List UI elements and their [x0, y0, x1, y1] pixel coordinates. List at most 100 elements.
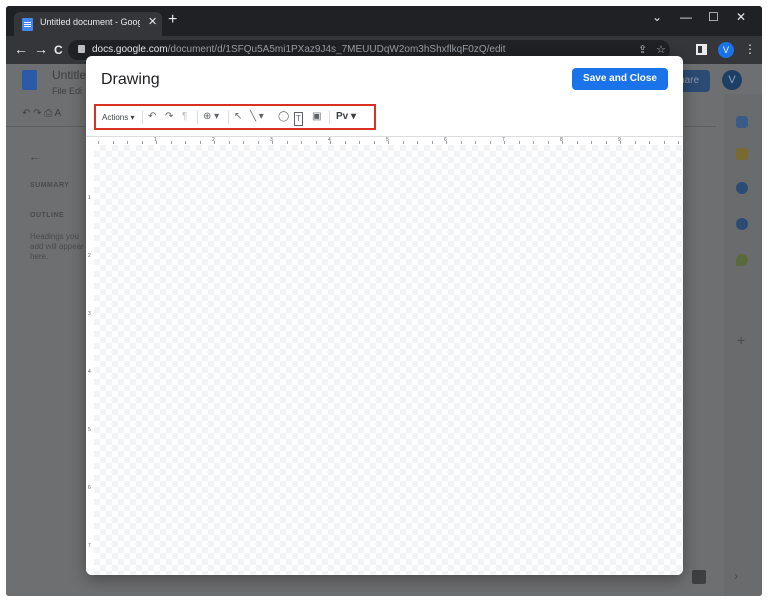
- toolbar-separator: [142, 111, 143, 124]
- ruler-tick: [272, 141, 273, 144]
- ruler-tick: [649, 141, 650, 144]
- docs-toolbar-icons: ↶ ↷ ⎙ A: [22, 108, 62, 119]
- drawing-canvas[interactable]: [94, 145, 683, 575]
- browser-menu-icon[interactable]: ⋮: [744, 42, 756, 56]
- ruler-tick: [156, 141, 157, 144]
- toolbar-separator: [228, 111, 229, 124]
- ruler-tick: [591, 141, 592, 144]
- ruler-tick: [431, 141, 433, 144]
- ruler-tick: [112, 141, 114, 144]
- tab-close-icon[interactable]: ✕: [148, 15, 157, 28]
- ruler-tick: [576, 141, 578, 144]
- side-panel: +: [724, 94, 762, 596]
- ruler-tick: [373, 141, 375, 144]
- ruler-tick: [504, 141, 505, 144]
- ruler-tick: [286, 141, 288, 144]
- summary-heading: SUMMARY: [30, 182, 70, 189]
- ruler-label: 6: [88, 485, 91, 491]
- line-tool-icon[interactable]: ╲ ▾: [250, 111, 264, 123]
- chevron-right-icon: ›: [734, 569, 738, 583]
- tab-title: Untitled document - Google Doc: [40, 17, 140, 27]
- toolbar-separator: [329, 111, 330, 124]
- share-page-icon[interactable]: ⇪: [638, 43, 647, 56]
- close-window-button[interactable]: ✕: [736, 10, 746, 24]
- word-art-icon[interactable]: Pv ▾: [336, 111, 356, 123]
- ruler-tick: [185, 141, 186, 144]
- add-addon-icon: +: [737, 332, 746, 348]
- ruler-tick: [475, 141, 476, 144]
- ruler-tick: [257, 141, 259, 144]
- ruler-label: 7: [88, 543, 91, 549]
- ruler-tick: [170, 141, 172, 144]
- save-and-close-button[interactable]: Save and Close: [572, 68, 668, 90]
- contacts-icon: [736, 218, 748, 230]
- profile-avatar[interactable]: V: [718, 42, 734, 58]
- shape-tool-icon[interactable]: ◯: [278, 111, 289, 123]
- docs-favicon-icon: [22, 18, 33, 31]
- tasks-icon: [736, 182, 748, 194]
- outline-heading: OUTLINE: [30, 212, 65, 219]
- ruler-tick: [315, 141, 317, 144]
- ruler-tick: [330, 141, 331, 144]
- docs-menu: File Edi: [52, 86, 83, 96]
- tab-strip: Untitled document - Google Doc ✕ + ⌄ — ☐…: [6, 6, 762, 36]
- ruler-tick: [98, 141, 99, 144]
- ruler-tick: [359, 141, 360, 144]
- url-text: docs.google.com/document/d/1SFQu5A5mi1PX…: [92, 44, 506, 55]
- ruler-tick: [127, 141, 128, 144]
- reload-button[interactable]: C: [54, 42, 63, 58]
- ruler-tick: [547, 141, 549, 144]
- dialog-title: Drawing: [101, 71, 160, 88]
- vertical-ruler: 1 2 3 4 5 6 7: [86, 145, 94, 575]
- ruler-tick: [446, 141, 447, 144]
- side-panel-icon[interactable]: [696, 44, 707, 55]
- ruler-tick: [489, 141, 491, 144]
- keep-icon: [736, 148, 748, 160]
- ruler-label: 5: [88, 427, 91, 433]
- browser-window: Untitled document - Google Doc ✕ + ⌄ — ☐…: [6, 6, 762, 596]
- tab-search-icon[interactable]: ⌄: [652, 10, 662, 24]
- ruler-tick: [533, 141, 534, 144]
- ruler-tick: [141, 141, 143, 144]
- ruler-tick: [634, 141, 636, 144]
- ruler-tick: [214, 141, 215, 144]
- ruler-tick: [460, 141, 462, 144]
- paint-format-icon[interactable]: ¶: [182, 111, 187, 123]
- maximize-button[interactable]: ☐: [708, 10, 719, 24]
- drawing-dialog: Drawing Save and Close Actions ▾ ↶ ↷ ¶ ⊕…: [86, 56, 683, 575]
- new-tab-button[interactable]: +: [168, 12, 177, 28]
- ruler-tick: [402, 141, 404, 144]
- horizontal-ruler: 1 2 3 4 5 6 7 8 9: [94, 137, 683, 145]
- ruler-tick: [663, 141, 665, 144]
- ruler-tick: [562, 141, 563, 144]
- forward-button[interactable]: →: [34, 41, 48, 57]
- minimize-button[interactable]: —: [680, 10, 692, 24]
- actions-menu[interactable]: Actions ▾: [102, 112, 134, 124]
- select-arrow-icon[interactable]: ↖: [234, 111, 242, 123]
- ruler-label: 4: [88, 369, 91, 375]
- ruler-label: 1: [88, 195, 91, 201]
- docs-avatar: V: [722, 70, 742, 90]
- ruler-label: 3: [88, 311, 91, 317]
- ruler-tick: [605, 141, 607, 144]
- ruler-tick: [228, 141, 230, 144]
- image-icon[interactable]: ▣: [312, 111, 321, 123]
- zoom-icon[interactable]: ⊕ ▾: [203, 111, 219, 123]
- bookmark-star-icon[interactable]: ☆: [656, 43, 666, 56]
- undo-icon[interactable]: ↶: [148, 111, 156, 123]
- ruler-tick: [417, 141, 418, 144]
- explore-icon: [692, 570, 706, 584]
- browser-tab[interactable]: Untitled document - Google Doc ✕: [14, 12, 162, 36]
- ruler-tick: [301, 141, 302, 144]
- ruler-tick: [344, 141, 346, 144]
- ruler-tick: [620, 141, 621, 144]
- calendar-icon: [736, 116, 748, 128]
- back-button[interactable]: ←: [14, 41, 28, 57]
- ruler-tick: [199, 141, 201, 144]
- maps-icon: [736, 254, 748, 266]
- text-box-icon[interactable]: T: [294, 112, 303, 126]
- drawing-toolbar: Actions ▾ ↶ ↷ ¶ ⊕ ▾ ↖ ╲ ▾ ◯ T ▣ Pv ▾: [94, 104, 376, 130]
- ruler-tick: [518, 141, 520, 144]
- redo-icon[interactable]: ↷: [165, 111, 173, 123]
- ruler-label: 2: [88, 253, 91, 259]
